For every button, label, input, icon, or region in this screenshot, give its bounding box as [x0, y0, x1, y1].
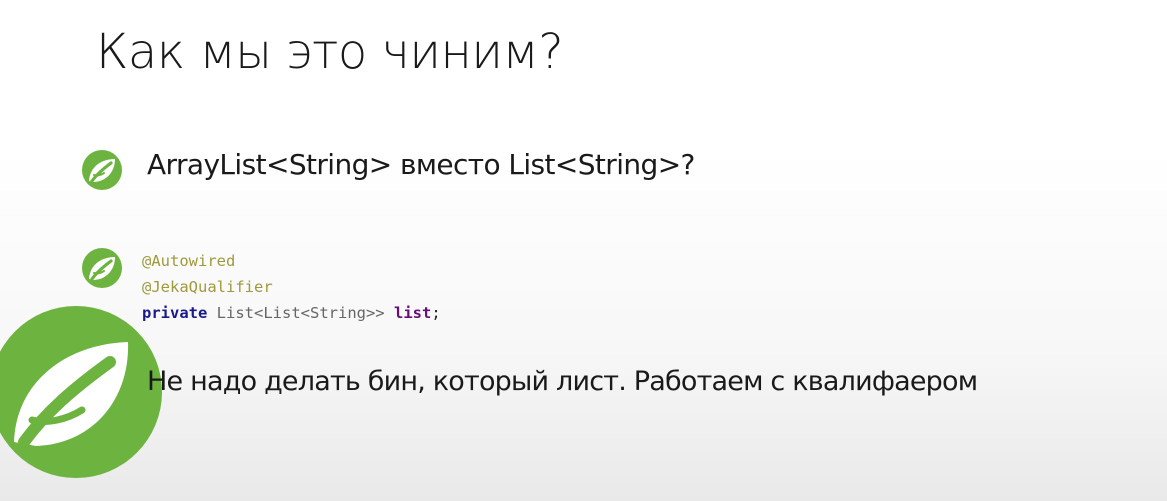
- spring-leaf-icon: [80, 148, 124, 192]
- code-annotation-qualifier: @JekaQualifier: [142, 278, 273, 296]
- slide: Как мы это чиним? ArrayList<String> вмес…: [0, 0, 1167, 501]
- code-field-name: list: [394, 304, 432, 322]
- code-annotation-autowired: @Autowired: [142, 252, 236, 270]
- spring-leaf-icon: [80, 246, 124, 290]
- spring-logo-icon: [0, 302, 166, 482]
- slide-title: Как мы это чиним?: [96, 24, 564, 80]
- code-semicolon: ;: [431, 304, 441, 322]
- bullet-text-arraylist: ArrayList<String> вместо List<String>?: [147, 148, 695, 181]
- bullet-text-qualifier: Не надо делать бин, который лист. Работа…: [147, 366, 978, 397]
- code-type: List<List<String>>: [216, 304, 385, 322]
- code-snippet: @Autowired @JekaQualifier private List<L…: [142, 248, 441, 326]
